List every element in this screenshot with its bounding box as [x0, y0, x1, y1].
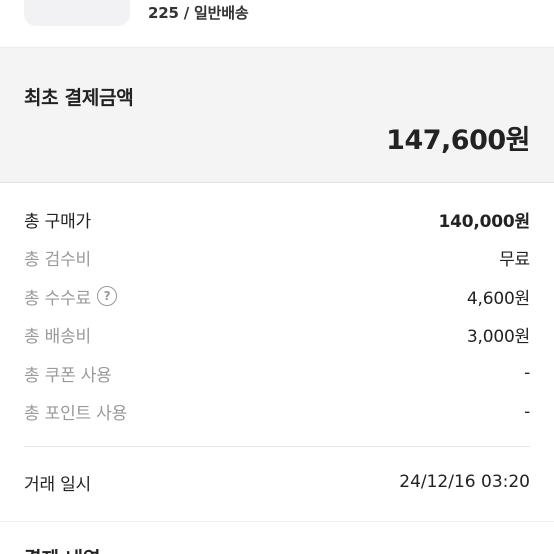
help-icon[interactable]: ?	[96, 286, 117, 307]
breakdown-label: 총 포인트 사용	[24, 404, 128, 425]
breakdown-value: 4,600원	[466, 288, 530, 309]
breakdown-value: -	[524, 401, 530, 422]
breakdown-label: 총 구매가	[24, 211, 91, 232]
breakdown-row-points: 총 포인트 사용 -	[24, 393, 530, 432]
section-heading: 결제 내역	[24, 544, 101, 554]
product-thumbnail[interactable]	[24, 0, 130, 26]
divider	[0, 521, 554, 522]
breakdown-value: 무료	[499, 250, 530, 271]
breakdown-value: 3,000원	[466, 327, 530, 348]
breakdown-label: 총 수수료	[24, 288, 91, 309]
trade-datetime-row: 거래 일시 24/12/16 03:20	[24, 463, 530, 501]
breakdown-value: -	[524, 363, 530, 384]
breakdown-label-wrapper: 총 수수료 ?	[24, 284, 117, 309]
breakdown-row-purchase-price: 총 구매가 140,000원	[24, 200, 530, 239]
trade-datetime-value: 24/12/16 03:20	[399, 472, 530, 492]
breakdown-row-commission: 총 수수료 ? 4,600원	[24, 277, 530, 316]
initial-payment-amount: 147,600원	[386, 125, 530, 156]
initial-payment-summary: 최초 결제금액 147,600원	[0, 48, 554, 183]
divider	[24, 446, 530, 447]
trade-datetime-label: 거래 일시	[24, 474, 91, 495]
breakdown-value: 140,000원	[438, 211, 531, 232]
breakdown-row-inspection-fee: 총 검수비 무료	[24, 239, 530, 278]
breakdown-label: 총 배송비	[24, 327, 91, 348]
breakdown-row-coupon: 총 쿠폰 사용 -	[24, 354, 530, 393]
product-option-text: 225 / 일반배송	[148, 4, 249, 22]
breakdown-label: 총 쿠폰 사용	[24, 365, 112, 386]
breakdown-row-shipping-fee: 총 배송비 3,000원	[24, 316, 530, 355]
price-breakdown-list: 총 구매가 140,000원 총 검수비 무료 총 수수료 ? 4,600원 총…	[24, 200, 530, 431]
product-header: 225 / 일반배송	[0, 0, 554, 48]
initial-payment-label: 최초 결제금액	[24, 87, 134, 109]
breakdown-label: 총 검수비	[24, 250, 91, 271]
